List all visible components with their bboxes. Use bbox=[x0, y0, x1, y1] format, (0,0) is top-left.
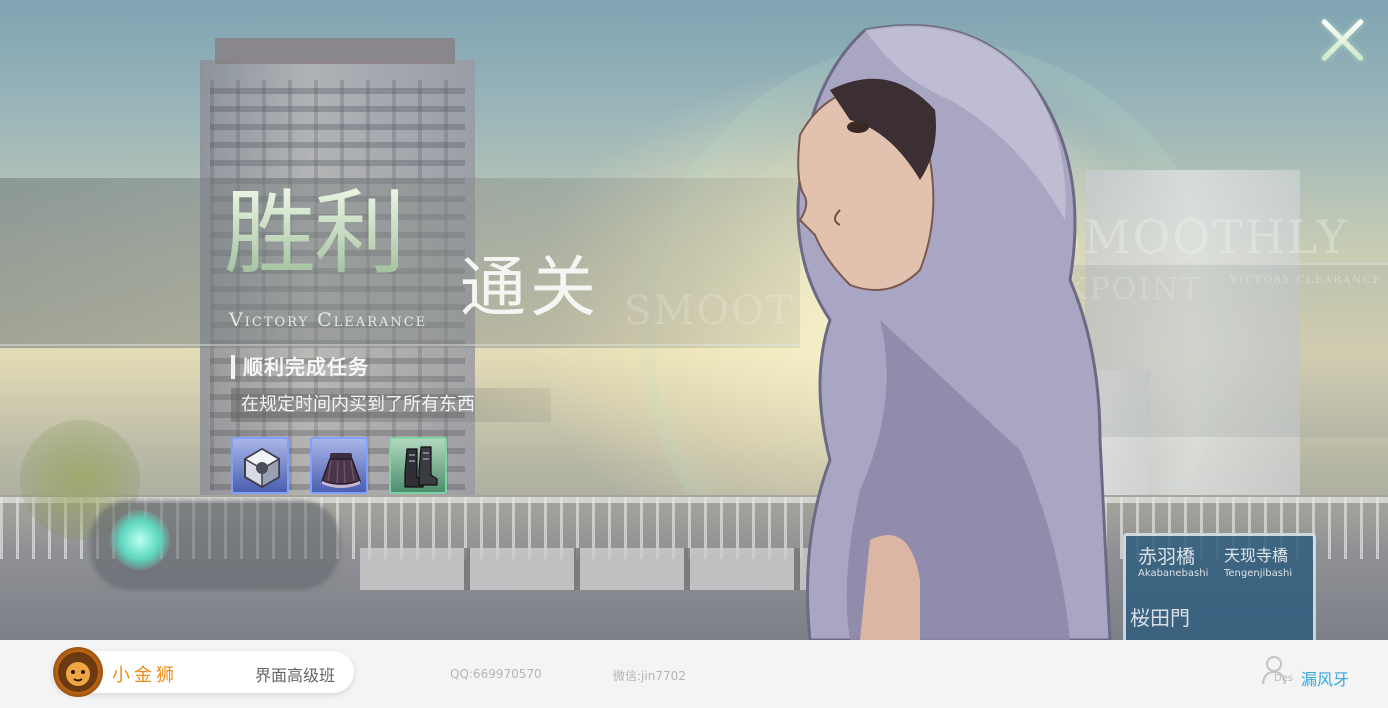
boots-icon bbox=[404, 446, 438, 488]
qq-contact: QQ:669970570 bbox=[450, 667, 542, 681]
road-sign-line2b: Tengenjibashi bbox=[1224, 568, 1293, 579]
brand-name: 小金狮 bbox=[112, 665, 178, 686]
ghost-text-victory: VICTORY CLEARANCE bbox=[1230, 275, 1382, 286]
mission-description: 在规定时间内买到了所有东西 bbox=[231, 388, 551, 422]
victory-scene: 赤羽橋 天现寺橋 Akabanebashi Tengenjibashi 桜田門 … bbox=[0, 0, 1388, 640]
reward-item-skirt[interactable] bbox=[310, 437, 368, 494]
reward-items bbox=[231, 437, 447, 494]
gem-cube-icon bbox=[243, 447, 281, 489]
road-sign: 赤羽橋 天现寺橋 Akabanebashi Tengenjibashi 桜田門 bbox=[1123, 533, 1316, 640]
background-tower-roof bbox=[215, 38, 455, 64]
wechat-contact: 微信:jin7702 bbox=[613, 669, 686, 683]
footer-bar bbox=[0, 640, 1388, 708]
designer-label: Des bbox=[1274, 673, 1294, 684]
victory-title: 胜利 bbox=[224, 180, 406, 287]
mission-heading: 顺利完成任务 bbox=[231, 355, 369, 379]
reward-item-boots[interactable] bbox=[389, 437, 447, 494]
course-name: 界面高级班 bbox=[255, 666, 336, 685]
close-button[interactable] bbox=[1316, 14, 1368, 66]
hooded-character bbox=[796, 24, 1112, 640]
traffic-light-green bbox=[110, 510, 170, 570]
clearance-title: 通关 bbox=[460, 249, 600, 326]
road-sign-line1b: 天现寺橋 bbox=[1224, 546, 1289, 565]
reward-item-gem[interactable] bbox=[231, 437, 289, 494]
victory-subtitle-en: Victory Clearance bbox=[229, 309, 428, 331]
lion-logo-icon bbox=[53, 647, 103, 697]
author-name: 漏风牙 bbox=[1301, 670, 1350, 689]
title-banner-line bbox=[0, 344, 800, 346]
skirt-icon bbox=[321, 453, 361, 488]
